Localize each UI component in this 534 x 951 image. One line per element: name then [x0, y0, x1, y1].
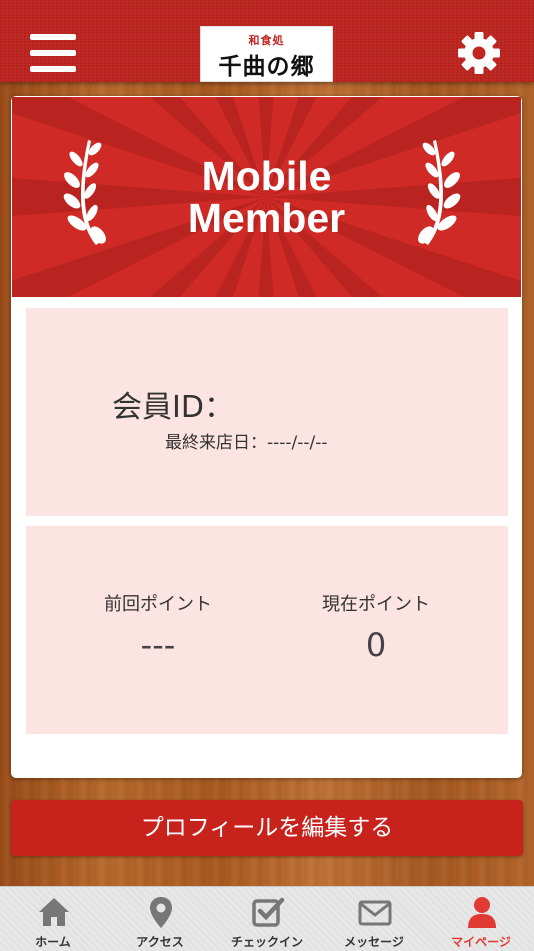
previous-points-label: 前回ポイント: [104, 594, 212, 615]
current-points-label: 現在ポイント: [322, 594, 430, 615]
bottom-tab-bar: ホーム アクセス チェックイン メッセージ マイページ: [0, 886, 534, 951]
tab-access[interactable]: アクセス: [107, 887, 213, 951]
tab-access-label: アクセス: [136, 935, 184, 949]
home-icon: [39, 898, 69, 926]
hamburger-menu-icon[interactable]: [30, 34, 76, 74]
current-points-value: 0: [365, 626, 387, 664]
envelope-icon: [358, 900, 392, 926]
tab-mypage[interactable]: マイページ: [428, 887, 534, 951]
edit-profile-button[interactable]: プロフィールを編集する: [11, 800, 523, 856]
member-id-label: 会員ID：: [112, 390, 234, 425]
app-logo: 和食処 千曲の郷: [200, 26, 333, 82]
tab-home[interactable]: ホーム: [0, 887, 106, 951]
last-visit-date: 最終来店日：----/--/--: [165, 433, 328, 453]
member-banner: Mobile Member: [12, 97, 521, 297]
previous-points-value: ---: [140, 626, 176, 664]
person-icon: [468, 897, 496, 928]
tab-mypage-label: マイページ: [451, 935, 511, 949]
banner-title: Mobile Member: [12, 155, 521, 239]
header-bar: 和食処 千曲の郷: [0, 0, 534, 82]
member-card: Mobile Member 会員ID： 最終来店日：----/--/-- 前回ポ…: [11, 96, 522, 778]
banner-title-line2: Member: [187, 195, 346, 241]
tab-home-label: ホーム: [35, 935, 71, 949]
logo-title: 千曲の郷: [218, 53, 315, 80]
gear-icon[interactable]: [456, 30, 502, 76]
banner-title-line1: Mobile: [201, 153, 332, 199]
tab-message-label: メッセージ: [344, 935, 404, 949]
logo-subtitle: 和食処: [248, 34, 285, 47]
points-panel: 前回ポイント --- 現在ポイント 0: [26, 526, 508, 734]
member-info-panel: 会員ID： 最終来店日：----/--/--: [26, 308, 508, 516]
map-pin-icon: [150, 897, 172, 928]
tab-checkin[interactable]: チェックイン: [214, 887, 320, 951]
checkbox-icon: [252, 897, 285, 927]
tab-checkin-label: チェックイン: [230, 935, 303, 949]
tab-message[interactable]: メッセージ: [321, 887, 427, 951]
